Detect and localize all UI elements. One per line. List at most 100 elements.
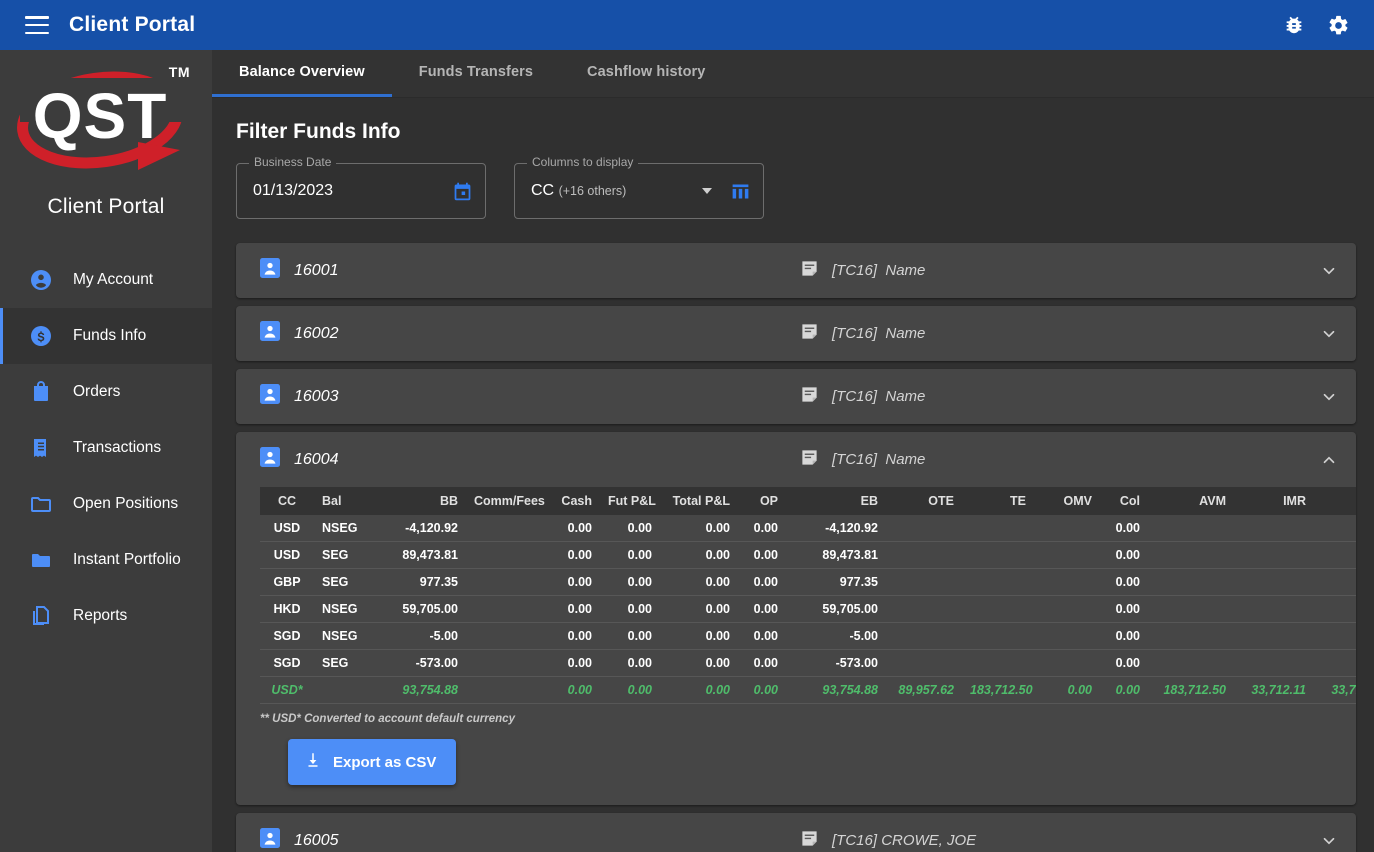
brand-logo: QST TM Client Portal	[0, 50, 212, 250]
columns-to-display-field[interactable]: Columns to display CC (+16 others)	[514, 163, 764, 219]
sidebar-item-funds-info[interactable]: Funds Info	[0, 308, 212, 364]
trademark-symbol: TM	[169, 64, 190, 80]
cell-mmr	[1314, 515, 1356, 542]
col-header-cash[interactable]: Cash	[544, 487, 600, 515]
account-header[interactable]: 16003 [TC16] Name	[236, 369, 1356, 424]
account-header[interactable]: 16005 [TC16] CROWE, JOE	[236, 813, 1356, 852]
sidebar-item-instant-portfolio[interactable]: Instant Portfolio	[0, 532, 212, 588]
gear-icon[interactable]	[1327, 14, 1350, 37]
cell-cc: SGD	[260, 623, 314, 650]
sidebar-item-my-account[interactable]: My Account	[0, 252, 212, 308]
columns-table-icon[interactable]	[730, 181, 751, 202]
tab-funds-transfers[interactable]: Funds Transfers	[392, 50, 560, 97]
account-name-group: [TC16] Name	[800, 448, 1320, 472]
col-header-te[interactable]: TE	[962, 487, 1034, 515]
col-header-fut-pl[interactable]: Fut P&L	[600, 487, 660, 515]
note-icon[interactable]	[800, 829, 819, 852]
calendar-icon[interactable]	[452, 181, 473, 202]
chevron-down-icon[interactable]	[1320, 325, 1338, 343]
cell-mmr	[1314, 569, 1356, 596]
col-header-total-pl[interactable]: Total P&L	[660, 487, 738, 515]
account-header[interactable]: 16002 [TC16] Name	[236, 306, 1356, 361]
folder-icon	[29, 548, 55, 572]
cell-avm	[1148, 650, 1234, 677]
cell-total-pl: 0.00	[660, 623, 738, 650]
col-header-eb[interactable]: EB	[786, 487, 886, 515]
cell-comm-fees	[466, 623, 544, 650]
export-as-csv-button[interactable]: Export as CSV	[288, 739, 456, 785]
note-icon[interactable]	[800, 322, 819, 346]
cell-comm-fees	[466, 596, 544, 623]
cell-ote	[886, 569, 962, 596]
sidebar-item-orders[interactable]: Orders	[0, 364, 212, 420]
chevron-down-icon[interactable]	[1320, 832, 1338, 850]
tab-cashflow-history[interactable]: Cashflow history	[560, 50, 732, 97]
cell-op: 0.00	[738, 569, 786, 596]
col-header-comm-fees[interactable]: Comm/Fees	[466, 487, 544, 515]
sidebar-item-open-positions[interactable]: Open Positions	[0, 476, 212, 532]
account-balances-body: CC Bal BB Comm/Fees Cash Fut P&L Total P…	[236, 487, 1356, 805]
cell-avm: 183,712.50	[1148, 677, 1234, 704]
balances-row: GBPSEG977.350.000.000.000.00977.350.00	[260, 569, 1356, 596]
columns-to-display-value: CC (+16 others)	[531, 182, 702, 200]
folder-open-icon	[29, 492, 55, 516]
hamburger-menu-icon[interactable]	[25, 16, 49, 34]
receipt-icon	[29, 436, 55, 460]
cell-comm-fees	[466, 650, 544, 677]
cell-cash: 0.00	[544, 677, 600, 704]
col-header-bb[interactable]: BB	[370, 487, 466, 515]
account-header[interactable]: 16001 [TC16] Name	[236, 243, 1356, 298]
cell-omv	[1034, 569, 1100, 596]
filter-panel: Filter Funds Info Business Date 01/13/20…	[212, 98, 1374, 852]
chevron-down-icon[interactable]	[1320, 262, 1338, 280]
cell-eb: -4,120.92	[786, 515, 886, 542]
sidebar-item-label: Transactions	[73, 439, 161, 457]
chevron-up-icon[interactable]	[1320, 451, 1338, 469]
account-id-group: 16005	[260, 828, 800, 852]
cell-op: 0.00	[738, 515, 786, 542]
bug-icon[interactable]	[1283, 14, 1305, 36]
sidebar-item-label: Funds Info	[73, 327, 146, 345]
cell-bb: -573.00	[370, 650, 466, 677]
copy-documents-icon	[29, 604, 55, 628]
account-avatar-icon	[260, 258, 280, 283]
col-header-mmr[interactable]: MMR	[1314, 487, 1356, 515]
tab-label: Balance Overview	[239, 64, 365, 80]
tab-balance-overview[interactable]: Balance Overview	[212, 50, 392, 97]
note-icon[interactable]	[800, 259, 819, 283]
cell-cc: HKD	[260, 596, 314, 623]
col-header-imr[interactable]: IMR	[1234, 487, 1314, 515]
account-name-text: Name	[885, 388, 925, 405]
account-avatar-icon	[260, 321, 280, 346]
account-id: 16001	[294, 262, 339, 280]
account-card: 16005 [TC16] CROWE, JOE	[236, 813, 1356, 852]
account-avatar-icon	[260, 828, 280, 852]
note-icon[interactable]	[800, 385, 819, 409]
account-id-group: 16002	[260, 321, 800, 346]
sidebar-item-reports[interactable]: Reports	[0, 588, 212, 644]
col-header-omv[interactable]: OMV	[1034, 487, 1100, 515]
account-name-text: Name	[885, 325, 925, 342]
balances-table-head: CC Bal BB Comm/Fees Cash Fut P&L Total P…	[260, 487, 1356, 515]
account-header[interactable]: Account nr. 16004 [TC1	[236, 432, 1356, 487]
chevron-down-icon[interactable]	[1320, 388, 1338, 406]
sidebar-item-transactions[interactable]: Transactions	[0, 420, 212, 476]
account-id: 16003	[294, 388, 339, 406]
col-header-col[interactable]: Col	[1100, 487, 1148, 515]
chevron-down-icon[interactable]	[702, 188, 712, 194]
cell-bal: SEG	[314, 569, 370, 596]
sidebar: QST TM Client Portal My Account Funds In…	[0, 50, 212, 852]
col-header-cc[interactable]: CC	[260, 487, 314, 515]
cell-fut-pl: 0.00	[600, 677, 660, 704]
note-icon[interactable]	[800, 448, 819, 472]
col-header-avm[interactable]: AVM	[1148, 487, 1234, 515]
balances-row: SGDSEG-573.000.000.000.000.00-573.000.00	[260, 650, 1356, 677]
account-tag: [TC16]	[832, 451, 877, 468]
cell-total-pl: 0.00	[660, 515, 738, 542]
col-header-ote[interactable]: OTE	[886, 487, 962, 515]
business-date-field[interactable]: Business Date 01/13/2023	[236, 163, 486, 219]
cell-te	[962, 596, 1034, 623]
account-name-text: CROWE, JOE	[881, 832, 976, 849]
col-header-op[interactable]: OP	[738, 487, 786, 515]
col-header-bal[interactable]: Bal	[314, 487, 370, 515]
